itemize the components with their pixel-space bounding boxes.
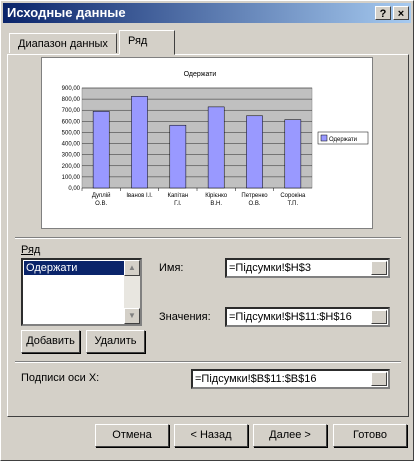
help-button[interactable]: ? [375, 6, 391, 20]
bar [207, 106, 225, 189]
series-group-label: Ряд [21, 244, 41, 256]
legend-swatch [320, 134, 328, 142]
bar [92, 111, 110, 189]
y-tick-label: 600,00 [62, 119, 81, 125]
x-tick-label: О.В. [248, 201, 260, 207]
x-tick-label: Кірієнко [205, 193, 228, 199]
range-select-icon[interactable] [371, 310, 387, 324]
back-button[interactable]: < Назад [174, 424, 248, 447]
y-tick-label: 900,00 [62, 86, 81, 92]
series-list-item[interactable]: Одержати [24, 261, 128, 275]
cancel-button[interactable]: Отмена [95, 424, 169, 447]
next-button[interactable]: Далее > [253, 424, 327, 447]
chart-preview: Одержати 0,00 100,00 200,00 300,00 400,00 500,… [41, 57, 373, 229]
bar [246, 115, 263, 189]
bar [284, 119, 302, 189]
values-field[interactable]: =Підсумки!$H$11:$H$16 [225, 307, 390, 327]
plot-area [81, 87, 313, 189]
values-label: Значения: [159, 311, 211, 323]
x-tick-label: Сорокіна [280, 193, 306, 199]
xaxis-label: Подписи оси X: [21, 372, 100, 384]
x-tick-label: Капітан [167, 193, 188, 199]
tab-series[interactable]: Ряд [119, 30, 175, 55]
xaxis-field[interactable]: =Підсумки!$B$11:$B$16 [191, 369, 390, 389]
x-tick-label: О.В. [95, 201, 107, 207]
x-tick-label: Петренко [241, 193, 268, 199]
x-tick-label: Т.П. [288, 201, 299, 207]
legend-label: Одержати [329, 137, 357, 143]
finish-button[interactable]: Готово [333, 424, 407, 447]
y-tick-label: 100,00 [62, 175, 81, 181]
x-tick-label: Дуплій [92, 192, 111, 199]
y-tick-label: 400,00 [62, 142, 81, 148]
delete-series-button[interactable]: Удалить [86, 330, 145, 353]
tab-data-range[interactable]: Диапазон данных [9, 33, 117, 53]
range-select-icon[interactable] [371, 261, 387, 275]
y-tick-label: 200,00 [62, 164, 81, 170]
chart-title: Одержати [184, 71, 217, 78]
y-tick-label: 700,00 [62, 108, 81, 114]
dialog-window: Исходные данные ? × Диапазон данных Ряд … [0, 0, 414, 461]
y-tick-label: 300,00 [62, 153, 81, 159]
name-label: Имя: [159, 262, 184, 274]
x-tick-label: В.Н. [210, 201, 222, 207]
scroll-down-icon[interactable]: ▼ [124, 308, 140, 324]
window-title: Исходные данные [7, 5, 126, 20]
chart-svg: Одержати 0,00 100,00 200,00 300,00 400,00 500,… [62, 71, 369, 207]
y-tick-label: 800,00 [62, 97, 81, 103]
range-select-icon[interactable] [371, 372, 387, 386]
y-tick-label: 0,00 [68, 186, 80, 192]
bar [131, 96, 148, 189]
bar [169, 124, 187, 189]
divider [15, 237, 401, 239]
add-series-button[interactable]: Добавить [21, 330, 80, 353]
series-listbox[interactable]: Одержати ▲ ▼ [21, 258, 142, 326]
title-bar[interactable]: Исходные данные ? × [3, 3, 411, 23]
scroll-up-icon[interactable]: ▲ [124, 260, 140, 276]
listbox-scrollbar[interactable]: ▲ ▼ [124, 260, 140, 324]
x-tick-label: Іванов І.І. [126, 193, 153, 199]
close-button[interactable]: × [393, 6, 409, 20]
y-tick-label: 500,00 [62, 130, 81, 136]
divider [15, 361, 401, 363]
name-field[interactable]: =Підсумки!$H$3 [225, 258, 390, 278]
x-tick-label: Г.І. [174, 201, 182, 207]
